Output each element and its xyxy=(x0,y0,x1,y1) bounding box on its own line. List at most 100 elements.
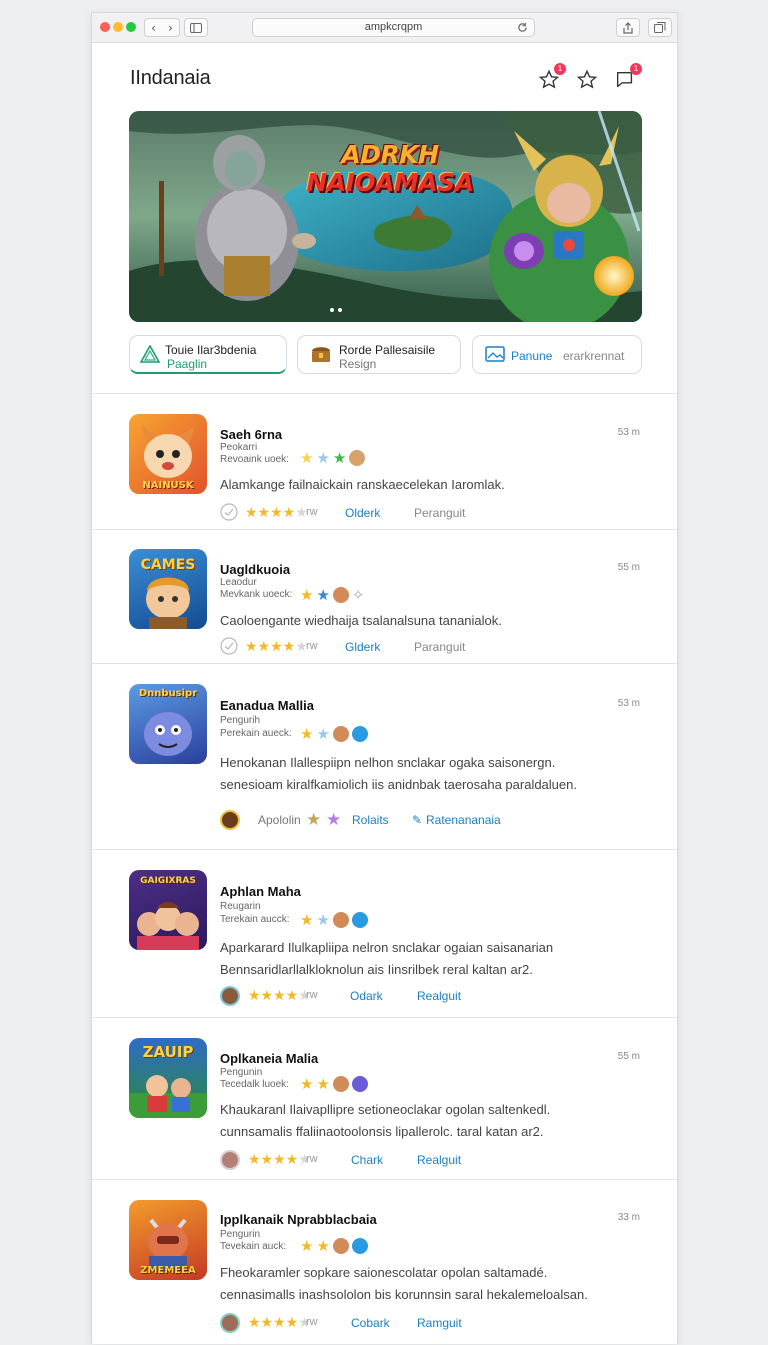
star-icon: ★ xyxy=(326,810,342,829)
chip-sublabel: erarkrennat xyxy=(563,349,625,363)
share-button[interactable] xyxy=(616,18,640,37)
banner-title: ADRKH NAIOAMASA xyxy=(305,141,475,197)
item-meta-label: Terekain aucck: xyxy=(220,914,290,925)
rating-stars: ★★★★★ xyxy=(248,1314,311,1330)
item-developer: Pengurih xyxy=(220,715,261,726)
back-forward-buttons[interactable]: ‹ › xyxy=(144,18,180,37)
star-icon: ★ xyxy=(300,450,314,467)
list-item[interactable]: Dnnbusipr Eanadua Mallia Pengurih Pereka… xyxy=(92,664,677,850)
action-link-secondary[interactable]: Ramguit xyxy=(417,1316,462,1330)
featured-banner[interactable]: ADRKH NAIOAMASA xyxy=(129,111,642,322)
star-icon: ★ xyxy=(316,1076,330,1093)
list-item[interactable]: GAIGIXRAS Aphlan Maha Reugarin Terekain … xyxy=(92,850,677,1018)
star-icon: ★ xyxy=(332,450,347,467)
action-link-primary[interactable]: Cobark xyxy=(351,1316,390,1330)
bookmark-button[interactable] xyxy=(576,69,598,91)
list-item[interactable]: CAMES Uagldkuoia Leaodur Mevkank uoeck: … xyxy=(92,530,677,664)
chip-role-playing[interactable]: Rorde Pallesaisile Resign xyxy=(297,335,461,374)
reload-icon[interactable] xyxy=(517,22,528,33)
rating-label: rw xyxy=(306,1153,318,1165)
share-icon xyxy=(623,21,633,34)
action-link-secondary[interactable]: Realguit xyxy=(417,989,461,1003)
item-title[interactable]: Eanadua Mallia xyxy=(220,698,314,713)
action-link-primary[interactable]: Olderk xyxy=(345,506,380,520)
action-link-secondary[interactable]: Paranguit xyxy=(414,640,465,654)
rating-stars: ★★★★★ xyxy=(248,987,311,1003)
item-time: 53 m xyxy=(617,698,640,709)
address-bar[interactable]: ampkcrqpm xyxy=(252,18,535,37)
chevron-left-icon[interactable]: ‹ xyxy=(151,21,156,35)
chip-sublabel: Paaglin xyxy=(167,357,208,371)
check-circle-icon[interactable] xyxy=(220,637,238,655)
triangle-icon xyxy=(140,345,160,363)
star-icon: ★ xyxy=(300,1076,314,1093)
description-line: cunnsamalis ffaliinaotoolonsis lipallero… xyxy=(220,1124,544,1139)
list-item[interactable]: NAINUSK Saeh 6rna Peokarri Revoaink uoek… xyxy=(92,394,677,530)
list-item[interactable]: ZMEMEEA Ipplkanaik Nprabblacbaia Penguri… xyxy=(92,1180,677,1345)
chevron-right-icon[interactable]: › xyxy=(168,21,173,35)
favorites-button[interactable]: 1 xyxy=(538,63,566,91)
avatar-icon xyxy=(220,810,240,830)
chip-top-games[interactable]: Touie Ilar3bdenia Paaglin xyxy=(129,335,287,374)
edit-icon[interactable]: ✎ xyxy=(412,813,422,827)
avatar-icon xyxy=(332,1238,349,1254)
description-line: senesioam kiralfkamiolich iis anidnbak t… xyxy=(220,777,577,792)
chip-panune[interactable]: Panune erarkrennat xyxy=(472,335,642,374)
chip-label: Touie Ilar3bdenia xyxy=(165,343,257,357)
description-line: Aparkarard Ilulkapliipa nelron snclakar … xyxy=(220,940,554,955)
tabs-icon xyxy=(654,22,666,33)
check-circle-icon[interactable] xyxy=(220,503,238,521)
item-time: 55 m xyxy=(617,1051,640,1062)
rating-label: rw xyxy=(306,1316,318,1328)
carousel-indicator[interactable] xyxy=(330,308,342,312)
star-icon: ★ xyxy=(316,1238,330,1255)
browser-toolbar: ‹ › ampkcrqpm xyxy=(92,13,677,43)
action-link-primary[interactable]: Glderk xyxy=(345,640,380,654)
avatar-icon xyxy=(332,912,349,928)
category-chips: Touie Ilar3bdenia Paaglin Rorde Pallesai… xyxy=(129,335,642,375)
game-thumbnail: GAIGIXRAS xyxy=(129,870,207,950)
url-text: ampkcrqpm xyxy=(364,21,423,33)
item-title[interactable]: Oplkaneia Malia xyxy=(220,1051,318,1066)
rating-label: rw xyxy=(306,640,318,652)
item-title[interactable]: Ipplkanaik Nprabblacbaia xyxy=(220,1212,377,1227)
avatar-icon xyxy=(332,1076,349,1092)
action-link-primary[interactable]: Odark xyxy=(350,989,383,1003)
item-developer: Pengunin xyxy=(220,1067,263,1078)
item-actions: ★★★ ★ ★ rw Glderk Paranguit xyxy=(220,637,640,657)
item-actions: Apololin ★ ★ Rolaits ✎ Ratenananaia xyxy=(220,810,640,830)
z-badge-icon xyxy=(351,912,368,928)
item-time: 33 m xyxy=(617,1212,640,1223)
messages-button[interactable]: 1 xyxy=(614,63,642,91)
minimize-window-button[interactable] xyxy=(113,22,123,32)
description-line: Fheokaramler sopkare saionescolatar opol… xyxy=(220,1265,548,1280)
thumbnail-caption: Dnnbusipr xyxy=(138,688,198,699)
action-link-primary[interactable]: Chark xyxy=(351,1153,383,1167)
notification-badge: 1 xyxy=(554,63,566,75)
close-window-button[interactable] xyxy=(100,22,110,32)
action-link-secondary[interactable]: Peranguit xyxy=(414,506,465,520)
chip-label: Panune xyxy=(511,349,553,363)
action-link-secondary[interactable]: Realguit xyxy=(417,1153,461,1167)
tabs-button[interactable] xyxy=(648,18,672,37)
description-line: Henokanan Ilallespiipn nelhon snclakar o… xyxy=(220,755,556,770)
item-meta-label: Tecedalk luoek: xyxy=(220,1079,289,1090)
thumbnail-caption: ZAUIP xyxy=(142,1043,194,1061)
game-thumbnail: Dnnbusipr xyxy=(129,684,207,764)
item-developer: Pengurin xyxy=(220,1229,261,1240)
sidebar-toggle-button[interactable] xyxy=(184,18,208,37)
avatar-icon xyxy=(349,450,366,466)
item-badges: ★ ★ xyxy=(300,911,368,929)
star-icon: ★ xyxy=(300,587,314,604)
item-title[interactable]: Aphlan Maha xyxy=(220,884,301,899)
item-title[interactable]: Saeh 6rna xyxy=(220,427,282,442)
rating-label: Apololin xyxy=(258,813,301,827)
action-link-secondary[interactable]: Ratenananaia xyxy=(426,813,501,827)
item-badges: ★ ★ xyxy=(300,1237,368,1255)
item-title[interactable]: Uagldkuoia xyxy=(220,562,290,577)
zoom-window-button[interactable] xyxy=(126,22,136,32)
item-description: Henokanan Ilallespiipn nelhon snclakar o… xyxy=(220,752,620,796)
rating-label: rw xyxy=(306,506,318,518)
list-item[interactable]: ZAUIP Oplkaneia Malia Pengunin Tecedalk … xyxy=(92,1018,677,1180)
action-link-primary[interactable]: Rolaits xyxy=(352,813,389,827)
